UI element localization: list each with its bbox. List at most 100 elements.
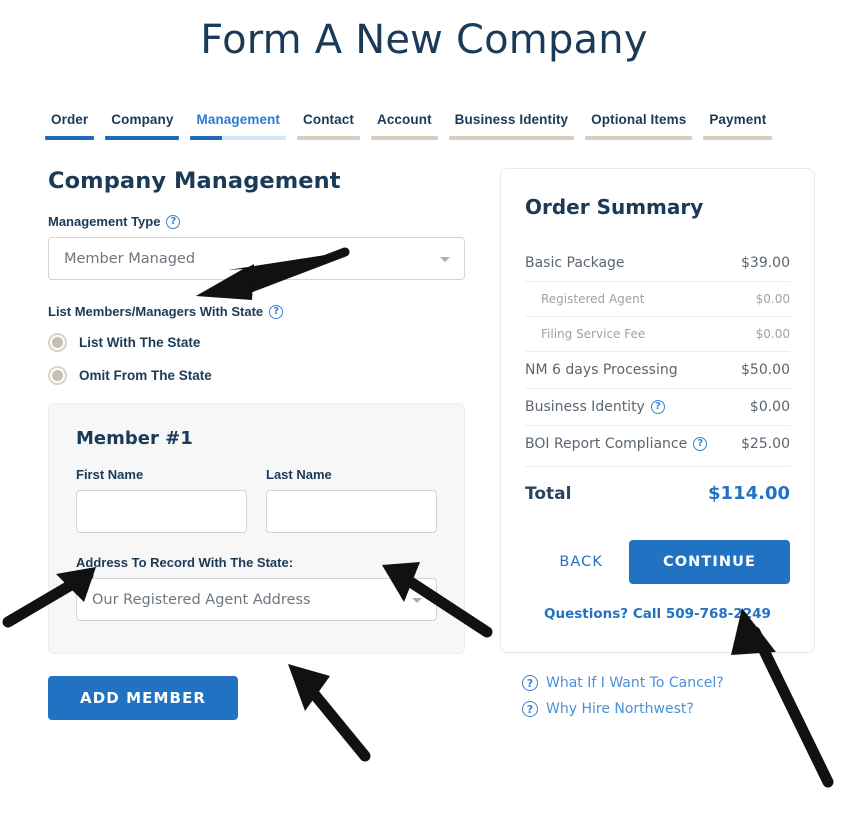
questions-phone-link[interactable]: Questions? Call 509-768-2249 [525, 606, 790, 622]
tab-account[interactable]: Account [370, 112, 438, 140]
first-name-input[interactable] [76, 490, 247, 533]
summary-row-amount: $50.00 [741, 362, 790, 378]
question-circle-icon[interactable]: ? [269, 304, 284, 319]
order-summary-card: Order Summary Basic Package $39.00 Registe… [500, 168, 815, 653]
summary-row-amount: $0.00 [755, 292, 790, 306]
address-select[interactable]: Our Registered Agent Address [76, 578, 437, 621]
caret-down-icon [440, 256, 450, 262]
tab-label: Company [111, 112, 174, 127]
tab-progress-bar [190, 136, 287, 140]
help-links: ? What If I Want To Cancel? ? Why Hire Nort… [500, 675, 815, 717]
summary-row: NM 6 days Processing $50.00 [525, 351, 790, 388]
radio-button-icon[interactable] [48, 333, 67, 352]
question-circle-icon[interactable]: ? [650, 400, 665, 414]
summary-row-amount: $25.00 [741, 436, 790, 452]
add-member-button[interactable]: ADD MEMBER [48, 676, 239, 720]
summary-actions: BACK CONTINUE [525, 540, 790, 584]
form-column: Company Management Management Type ? Mem… [48, 168, 465, 720]
question-circle-icon[interactable]: ? [166, 214, 181, 229]
summary-row-label: Business Identity [525, 399, 645, 415]
radio-option[interactable]: Omit From The State [48, 366, 465, 385]
list-with-state-label: List Members/Managers With State ? [48, 304, 465, 319]
first-name-label: First Name [76, 467, 144, 482]
summary-row: Filing Service Fee $0.00 [525, 316, 790, 351]
help-link[interactable]: ? Why Hire Northwest? [522, 701, 815, 717]
radio-option[interactable]: List With The State [48, 333, 465, 352]
radio-option-label: Omit From The State [79, 368, 212, 383]
tab-progress-bar [448, 136, 575, 140]
tab-progress-bar [703, 136, 773, 140]
last-name-group: Last Name [266, 467, 437, 533]
progress-tabs: Order Company Management Contact Account Busi… [0, 112, 848, 140]
summary-row-label: NM 6 days Processing [525, 362, 678, 378]
summary-row-label: Basic Package [525, 255, 625, 271]
continue-button[interactable]: CONTINUE [628, 540, 790, 584]
management-type-select[interactable]: Member Managed [48, 237, 465, 280]
radio-button-icon[interactable] [48, 366, 67, 385]
tab-progress-bar [105, 136, 180, 140]
summary-row: Registered Agent $0.00 [525, 281, 790, 316]
member-title: Member #1 [76, 428, 193, 449]
name-row: First Name Last Name [76, 467, 437, 533]
summary-column: Order Summary Basic Package $39.00 Registe… [500, 168, 815, 727]
summary-row: BOI Report Compliance? $25.00 [525, 425, 790, 462]
tab-label: Payment [709, 112, 767, 127]
summary-row-amount: $39.00 [741, 255, 790, 271]
tab-label: Business Identity [454, 112, 569, 127]
summary-row-label-wrap: Business Identity? [525, 399, 665, 415]
tab-progress-bar [370, 136, 438, 140]
summary-row-label-wrap: NM 6 days Processing [525, 362, 678, 378]
summary-row-label-wrap: Registered Agent [541, 292, 644, 306]
summary-row: Business Identity? $0.00 [525, 388, 790, 425]
tab-label: Management [196, 112, 281, 127]
management-type-label: Management Type ? [48, 214, 465, 229]
list-with-state-label-text: List Members/Managers With State [48, 304, 264, 319]
tab-management[interactable]: Management [190, 112, 287, 140]
question-circle-icon: ? [522, 701, 538, 717]
help-link-label: What If I Want To Cancel? [546, 675, 724, 691]
tab-progress-fill [190, 136, 222, 140]
total-row: Total $114.00 [525, 466, 790, 514]
caret-down-icon [412, 597, 422, 603]
main-content: Company Management Management Type ? Mem… [0, 140, 848, 727]
tab-company[interactable]: Company [105, 112, 180, 140]
summary-row-amount: $0.00 [749, 399, 790, 415]
tab-progress-bar [297, 136, 360, 140]
page-title: Form A New Company [200, 17, 648, 63]
tab-label: Account [376, 112, 432, 127]
tab-progress-bar [45, 136, 95, 140]
tab-order[interactable]: Order [45, 112, 95, 140]
last-name-input[interactable] [266, 490, 437, 533]
last-name-label: Last Name [266, 467, 332, 482]
management-type-label-text: Management Type [48, 214, 161, 229]
summary-row-label: BOI Report Compliance [525, 436, 688, 452]
list-with-state-radios: List With The State Omit From The State [48, 333, 465, 385]
address-label: Address To Record With The State: [76, 555, 294, 570]
management-type-group: Management Type ? Member Managed [48, 214, 465, 280]
summary-row-label-wrap: Basic Package [525, 255, 625, 271]
back-button[interactable]: BACK [551, 544, 611, 580]
question-circle-icon[interactable]: ? [693, 437, 708, 451]
total-amount: $114.00 [708, 483, 790, 504]
summary-row-label: Filing Service Fee [541, 327, 646, 341]
address-value: Our Registered Agent Address [92, 591, 311, 608]
summary-row: Basic Package $39.00 [525, 245, 790, 281]
summary-row-label: Registered Agent [541, 292, 645, 306]
radio-option-label: List With The State [79, 335, 201, 350]
total-label: Total [525, 483, 572, 504]
management-type-value: Member Managed [64, 250, 196, 267]
section-heading: Company Management [48, 168, 341, 194]
summary-row-label-wrap: BOI Report Compliance? [525, 436, 708, 452]
help-link[interactable]: ? What If I Want To Cancel? [522, 675, 815, 691]
list-with-state-group: List Members/Managers With State ? List … [48, 304, 465, 385]
tab-contact[interactable]: Contact [297, 112, 360, 140]
summary-row-amount: $0.00 [755, 327, 790, 341]
question-circle-icon: ? [522, 675, 538, 691]
tab-business-identity[interactable]: Business Identity [448, 112, 575, 140]
tab-payment[interactable]: Payment [703, 112, 773, 140]
tab-label: Contact [303, 112, 354, 127]
tab-optional-items[interactable]: Optional Items [585, 112, 693, 140]
first-name-group: First Name [76, 467, 247, 533]
member-panel: Member #1 First Name Last Name Address T… [48, 403, 465, 654]
tab-progress-bar [585, 136, 693, 140]
